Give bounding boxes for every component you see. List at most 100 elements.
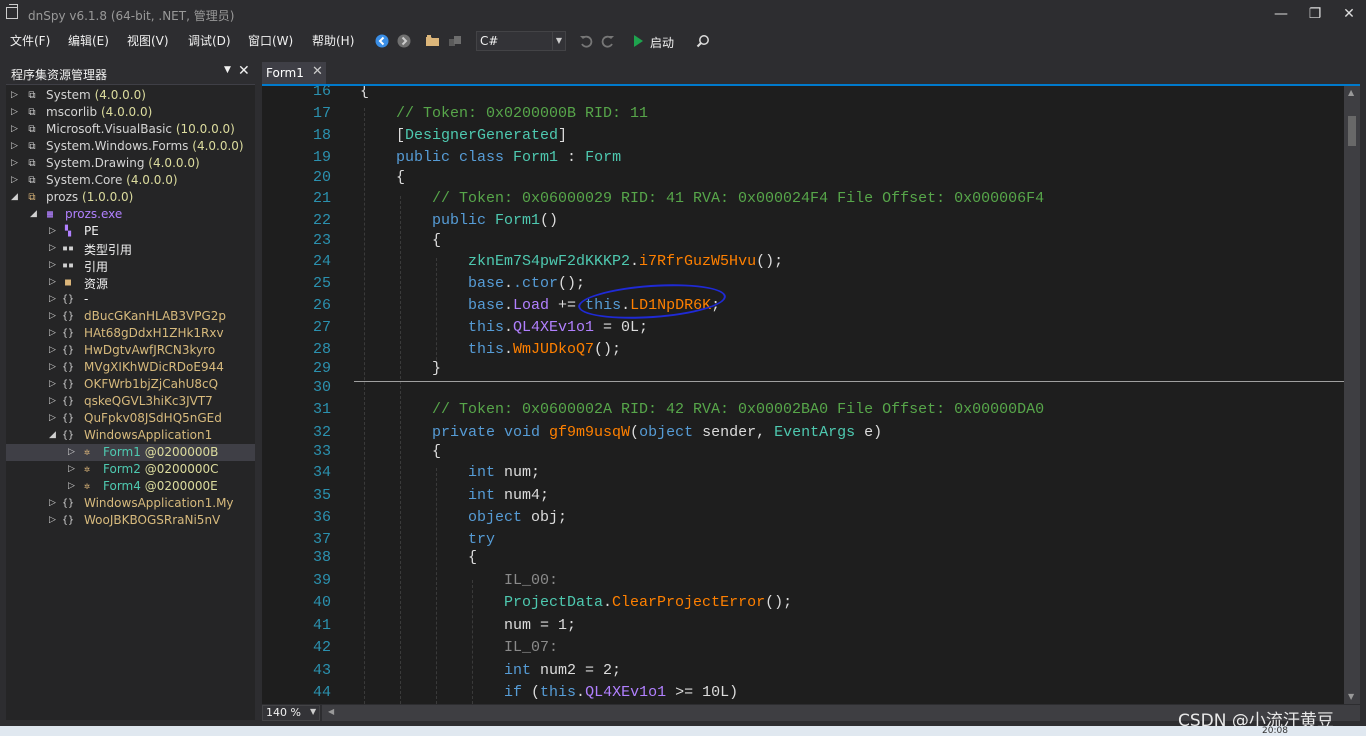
tree-item-namespace[interactable]: ▷ {} HwDgtvAwfJRCN3kyro [6, 342, 255, 359]
expand-arrow-icon[interactable]: ▷ [68, 478, 78, 495]
close-icon[interactable]: ✕ [312, 64, 323, 79]
start-label[interactable]: 启动 [650, 34, 674, 51]
assembly-icon: ⧉ [28, 124, 36, 135]
tree-item-namespace[interactable]: ▷ {} HAt68gDdxH1ZHk1Rxv [6, 325, 255, 342]
tree-item-form4[interactable]: ▷ ✲ Form4 @0200000E [6, 478, 255, 495]
tree-item-namespace[interactable]: ▷ {} WindowsApplication1.My [6, 495, 255, 512]
expand-arrow-icon[interactable]: ▷ [49, 257, 59, 274]
menu-window[interactable]: 窗口(W) [248, 32, 293, 49]
expand-arrow-icon[interactable]: ▷ [49, 342, 59, 359]
language-select[interactable]: C# ▼ [476, 31, 566, 51]
tree-item-mscorlib[interactable]: ▷ ⧉ mscorlib (4.0.0.0) [6, 104, 255, 121]
code-type[interactable]: Form [585, 149, 621, 166]
expand-arrow-icon[interactable]: ▷ [49, 308, 59, 325]
code-line: 41 num = 1; [286, 617, 1344, 639]
vertical-scrollbar[interactable]: ▲ ▼ [1344, 86, 1360, 704]
expand-arrow-icon[interactable]: ▷ [49, 393, 59, 410]
tree-item-resources[interactable]: ▷ ■ 资源 [6, 274, 255, 291]
code-attribute[interactable]: DesignerGenerated [405, 127, 558, 144]
tree-item-system-drawing[interactable]: ▷ ⧉ System.Drawing (4.0.0.0) [6, 155, 255, 172]
code-method[interactable]: Form1 [495, 212, 540, 229]
tree-item-pe[interactable]: ▷ ▚ PE [6, 223, 255, 240]
tree-item-system-windows-forms[interactable]: ▷ ⧉ System.Windows.Forms (4.0.0.0) [6, 138, 255, 155]
code-field[interactable]: QL4XEv1o1 [585, 684, 666, 701]
tree-item-windowsapplication1[interactable]: ◢ {} WindowsApplication1 [6, 427, 255, 444]
code-event[interactable]: Load [513, 297, 549, 314]
tree-item-namespace[interactable]: ▷ {} dBucGKanHLAB3VPG2p [6, 308, 255, 325]
code-editor[interactable]: 16 { 17 // Token: 0x0200000B RID: 11 18 [De… [286, 86, 1344, 704]
tree-item-namespace[interactable]: ▷ {} - [6, 291, 255, 308]
expand-arrow-icon[interactable]: ▷ [49, 291, 59, 308]
tree-item-prozs-exe[interactable]: ◢ ▦ prozs.exe [6, 206, 255, 223]
code-type[interactable]: zknEm7S4pwF2dKKKP2 [468, 253, 630, 270]
scroll-down-icon[interactable]: ▼ [1348, 692, 1354, 701]
expand-arrow-icon[interactable]: ▷ [11, 172, 21, 189]
tree-item-prozs[interactable]: ◢ ⧉ prozs (1.0.0.0) [6, 189, 255, 206]
chevron-down-icon[interactable]: ▼ [310, 705, 316, 719]
start-debug-button[interactable] [630, 31, 646, 51]
line-number: 23 [312, 232, 331, 249]
code-method[interactable]: .ctor [513, 275, 558, 292]
tree-item-refs[interactable]: ▷ ▪▪ 引用 [6, 257, 255, 274]
expand-arrow-icon[interactable]: ▷ [49, 240, 59, 257]
back-button[interactable] [374, 31, 390, 51]
expand-arrow-icon[interactable]: ▷ [11, 87, 21, 104]
expand-arrow-icon[interactable]: ▷ [49, 512, 59, 529]
scrollbar-thumb[interactable] [1348, 116, 1356, 146]
collapse-arrow-icon[interactable]: ◢ [49, 427, 59, 444]
tree-item-namespace[interactable]: ▷ {} MVgXIKhWDicRDoE944 [6, 359, 255, 376]
code-method[interactable]: i7RfrGuzW5Hvu [639, 253, 756, 270]
expand-arrow-icon[interactable]: ▷ [49, 359, 59, 376]
code-type[interactable]: EventArgs [774, 424, 855, 441]
close-icon[interactable]: ✕ [238, 63, 250, 79]
expand-arrow-icon[interactable]: ▷ [11, 104, 21, 121]
menu-file[interactable]: 文件(F) [10, 32, 50, 49]
tree-item-type-refs[interactable]: ▷ ▪▪ 类型引用 [6, 240, 255, 257]
code-field[interactable]: QL4XEv1o1 [513, 319, 594, 336]
menu-view[interactable]: 视图(V) [127, 32, 169, 49]
tree-item-form2[interactable]: ▷ ✲ Form2 @0200000C [6, 461, 255, 478]
maximize-button[interactable]: ❐ [1300, 4, 1330, 24]
forward-button[interactable] [396, 31, 412, 51]
scroll-left-icon[interactable]: ◀ [328, 707, 334, 716]
expand-arrow-icon[interactable]: ▷ [49, 495, 59, 512]
redo-button[interactable] [600, 31, 616, 51]
tree-item-form1[interactable]: ▷ ✲ Form1 @0200000B [6, 444, 255, 461]
tree-item-namespace[interactable]: ▷ {} qskeQGVL3hiKc3JVT7 [6, 393, 255, 410]
undo-button[interactable] [578, 31, 594, 51]
code-method[interactable]: ClearProjectError [612, 594, 765, 611]
tree-item-system[interactable]: ▷ ⧉ System (4.0.0.0) [6, 87, 255, 104]
expand-arrow-icon[interactable]: ▷ [11, 121, 21, 138]
menu-edit[interactable]: 编辑(E) [68, 32, 109, 49]
collapse-arrow-icon[interactable]: ◢ [11, 189, 21, 206]
tab-form1[interactable]: Form1 ✕ [262, 62, 326, 84]
collapse-arrow-icon[interactable]: ◢ [30, 206, 40, 223]
expand-arrow-icon[interactable]: ▷ [49, 274, 59, 291]
minimize-button[interactable]: — [1266, 4, 1296, 24]
search-button[interactable] [694, 31, 712, 51]
tree-item-microsoft-visualbasic[interactable]: ▷ ⧉ Microsoft.VisualBasic (10.0.0.0) [6, 121, 255, 138]
code-type[interactable]: Form1 [513, 149, 558, 166]
expand-arrow-icon[interactable]: ▷ [11, 138, 21, 155]
expand-arrow-icon[interactable]: ▷ [11, 155, 21, 172]
scroll-up-icon[interactable]: ▲ [1348, 88, 1354, 97]
expand-arrow-icon[interactable]: ▷ [49, 223, 59, 240]
tree-item-system-core[interactable]: ▷ ⧉ System.Core (4.0.0.0) [6, 172, 255, 189]
menu-debug[interactable]: 调试(D) [188, 32, 231, 49]
code-method[interactable]: WmJUDkoQ7 [513, 341, 594, 358]
tree-item-namespace[interactable]: ▷ {} OKFWrb1bjZjCahU8cQ [6, 376, 255, 393]
tree-item-namespace[interactable]: ▷ {} QuFpkv08JSdHQ5nGEd [6, 410, 255, 427]
code-type[interactable]: ProjectData [504, 594, 603, 611]
expand-arrow-icon[interactable]: ▷ [49, 325, 59, 342]
expand-arrow-icon[interactable]: ▷ [68, 444, 78, 461]
close-button[interactable]: ✕ [1334, 4, 1364, 24]
chevron-down-icon[interactable]: ▼ [224, 65, 231, 75]
tree-item-namespace[interactable]: ▷ {} WooJBKBOGSRraNi5nV [6, 512, 255, 529]
expand-arrow-icon[interactable]: ▷ [68, 461, 78, 478]
open-button[interactable] [424, 31, 442, 51]
open-list-button[interactable] [446, 31, 464, 51]
code-method[interactable]: gf9m9usqW [549, 424, 630, 441]
expand-arrow-icon[interactable]: ▷ [49, 376, 59, 393]
menu-help[interactable]: 帮助(H) [312, 32, 354, 49]
expand-arrow-icon[interactable]: ▷ [49, 410, 59, 427]
